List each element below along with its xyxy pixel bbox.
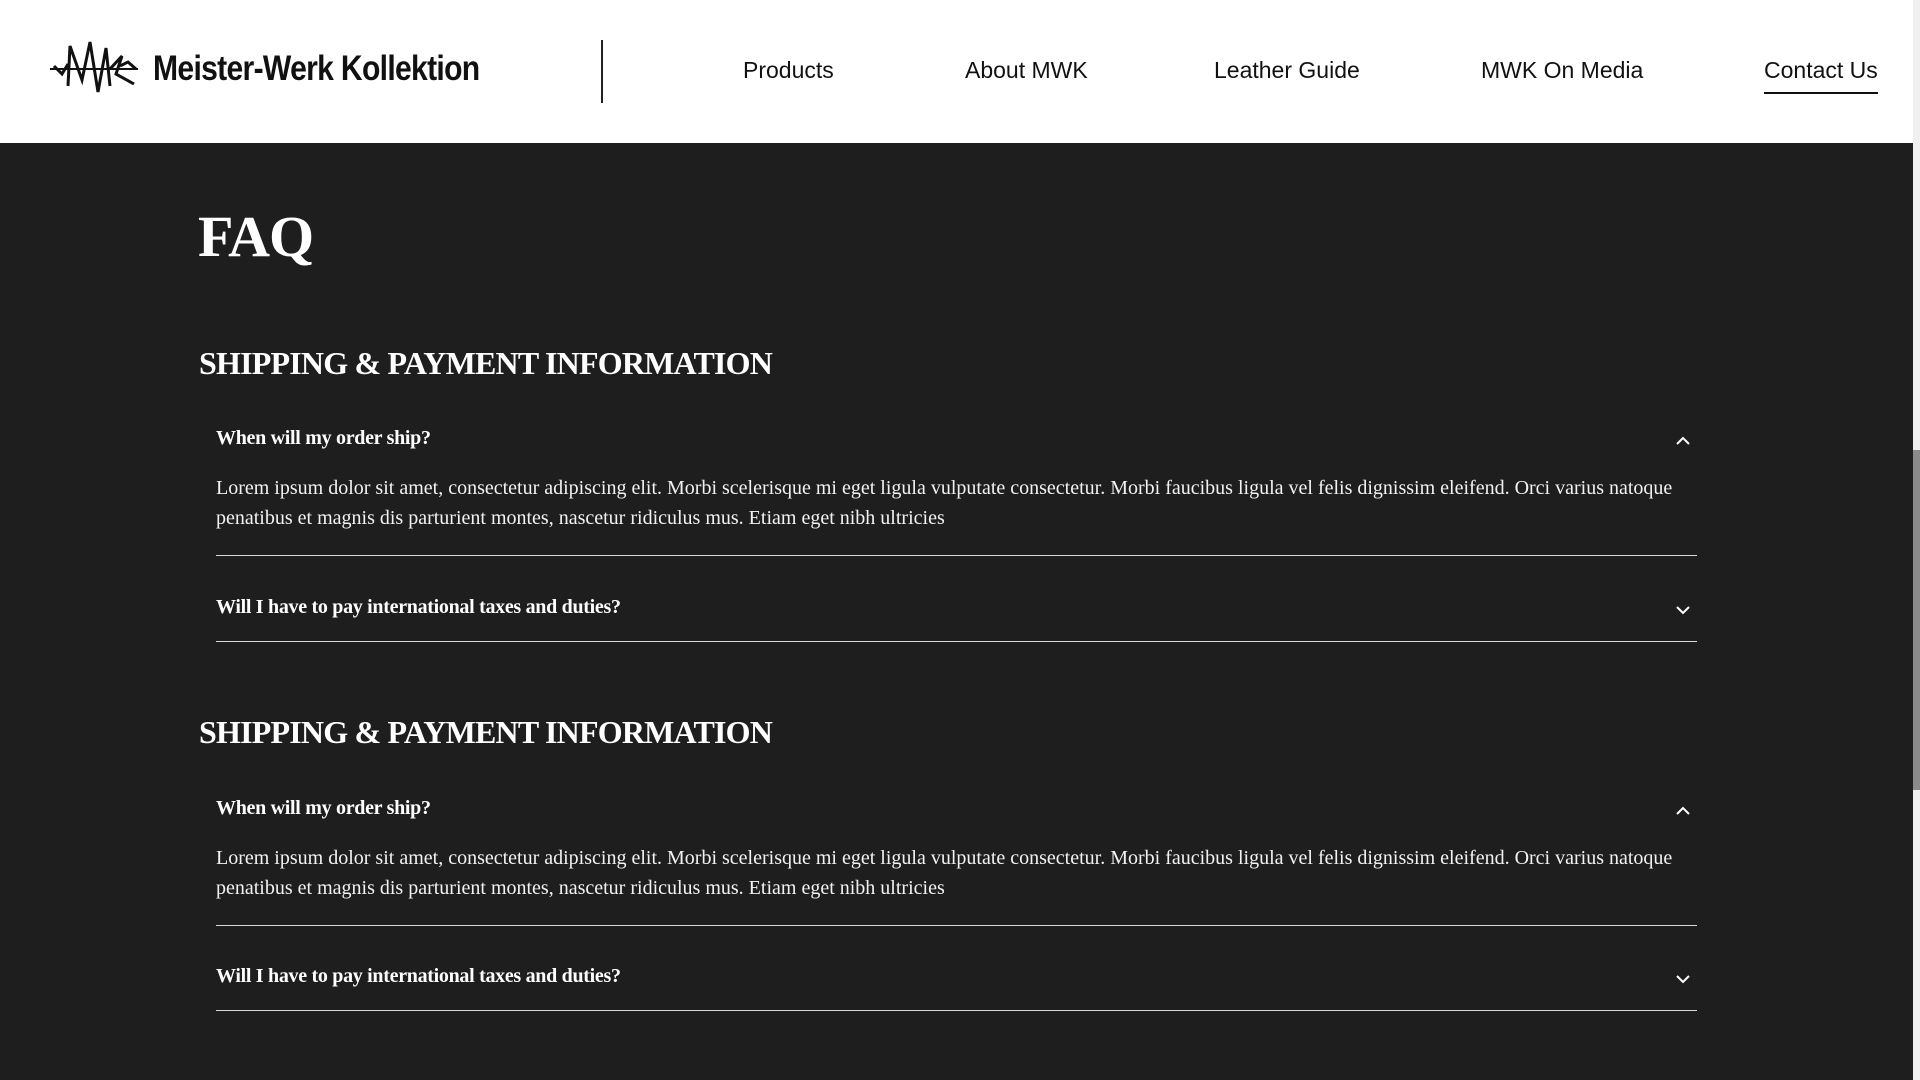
chevron-down-icon[interactable] — [1675, 602, 1691, 618]
faq-item: When will my order ship? Lorem ipsum dol… — [216, 427, 1697, 556]
faq-answer: Lorem ipsum dolor sit amet, consectetur … — [216, 847, 1673, 899]
nav-item-products[interactable]: Products — [743, 57, 834, 84]
nav-item-about-mwk[interactable]: About MWK — [965, 57, 1088, 84]
scrollbar-thumb[interactable] — [1913, 450, 1920, 790]
mwk-monogram-icon[interactable] — [50, 36, 138, 102]
site-header: Meister-Werk Kollektion Products About M… — [0, 0, 1913, 143]
header-divider — [601, 40, 603, 103]
faq-item: Will I have to pay international taxes a… — [216, 596, 1697, 642]
section-title: SHIPPING & PAYMENT INFORMATION — [199, 345, 773, 381]
page-title: FAQ — [198, 204, 314, 269]
section-title: SHIPPING & PAYMENT INFORMATION — [199, 714, 773, 750]
faq-question[interactable]: When will my order ship? — [216, 427, 1697, 450]
chevron-up-icon[interactable] — [1675, 433, 1691, 449]
faq-answer: Lorem ipsum dolor sit amet, consectetur … — [216, 477, 1673, 529]
chevron-up-icon[interactable] — [1675, 803, 1691, 819]
faq-question[interactable]: When will my order ship? — [216, 797, 1697, 820]
nav-item-leather-guide[interactable]: Leather Guide — [1214, 57, 1360, 84]
chevron-down-icon[interactable] — [1675, 971, 1691, 987]
nav-item-mwk-on-media[interactable]: MWK On Media — [1481, 57, 1643, 84]
faq-item: When will my order ship? Lorem ipsum dol… — [216, 797, 1697, 926]
faq-item: Will I have to pay international taxes a… — [216, 965, 1697, 1011]
faq-question[interactable]: Will I have to pay international taxes a… — [216, 965, 1697, 988]
page: Meister-Werk Kollektion Products About M… — [0, 0, 1920, 1080]
nav-item-contact-us[interactable]: Contact Us — [1764, 57, 1878, 94]
brand-name[interactable]: Meister-Werk Kollektion — [153, 49, 480, 89]
faq-question[interactable]: Will I have to pay international taxes a… — [216, 596, 1697, 619]
